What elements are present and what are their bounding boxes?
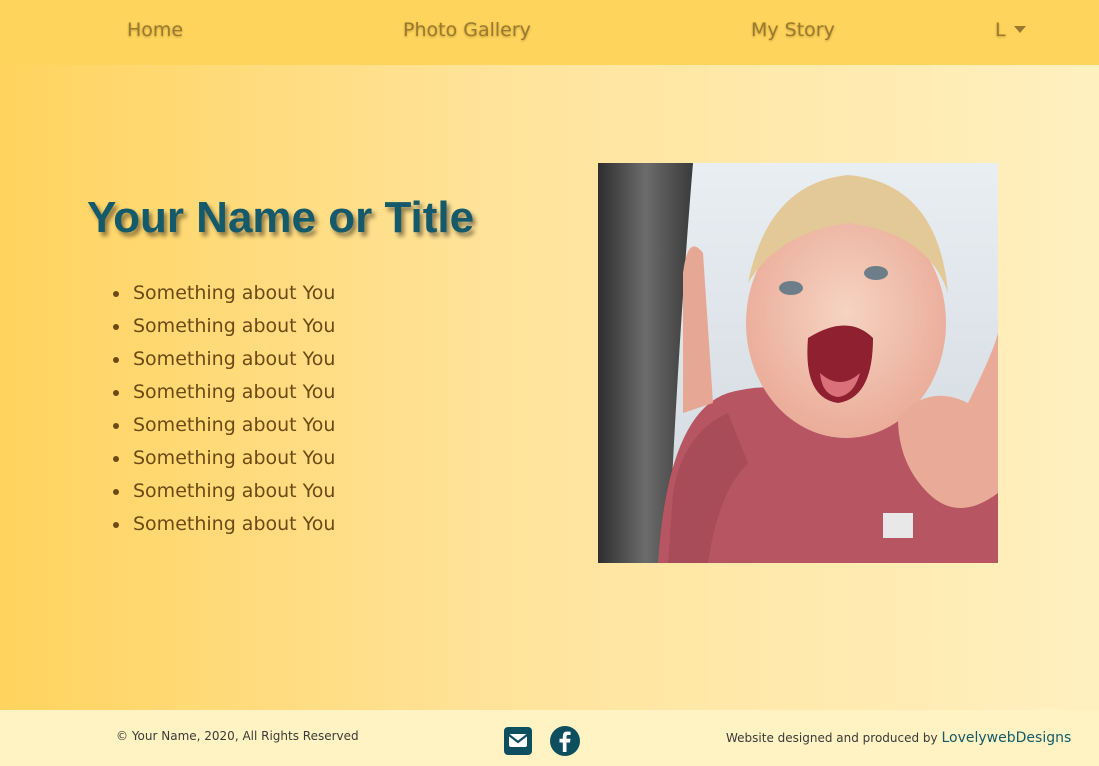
- facebook-icon-glyph: [550, 726, 580, 756]
- child-photo-image: [598, 163, 998, 563]
- nav-dropdown-label: L: [995, 19, 1006, 41]
- copyright-text: © Your Name, 2020, All Rights Reserved: [116, 729, 359, 743]
- about-list-item: Something about You: [112, 508, 335, 541]
- nav-my-story-link[interactable]: My Story: [751, 19, 835, 41]
- about-list: Something about You Something about You …: [112, 277, 335, 541]
- about-list-item: Something about You: [112, 376, 335, 409]
- credit-link[interactable]: LovelywebDesigns: [941, 730, 1071, 746]
- about-list-item: Something about You: [112, 277, 335, 310]
- credit-prefix: Website designed and produced by: [726, 731, 938, 745]
- page-title: Your Name or Title: [87, 193, 475, 242]
- nav-home-link[interactable]: Home: [127, 19, 183, 41]
- about-list-item: Something about You: [112, 343, 335, 376]
- caret-down-icon: [1013, 26, 1026, 33]
- about-list-item: Something about You: [112, 475, 335, 508]
- facebook-icon[interactable]: [549, 725, 580, 757]
- page-footer: © Your Name, 2020, All Rights Reserved W…: [0, 710, 1099, 766]
- child-photo: [598, 163, 998, 563]
- credit-text: Website designed and produced by Lovelyw…: [726, 730, 1071, 746]
- nav-dropdown-toggle[interactable]: L: [995, 19, 1026, 41]
- about-list-item: Something about You: [112, 310, 335, 343]
- email-icon[interactable]: [503, 725, 533, 757]
- email-icon-glyph: [504, 727, 532, 755]
- top-navbar: Home Photo Gallery My Story L: [0, 0, 1099, 65]
- hero-section: Your Name or Title Something about You S…: [0, 65, 1099, 710]
- about-list-item: Something about You: [112, 409, 335, 442]
- about-list-item: Something about You: [112, 442, 335, 475]
- nav-photo-gallery-link[interactable]: Photo Gallery: [403, 19, 531, 41]
